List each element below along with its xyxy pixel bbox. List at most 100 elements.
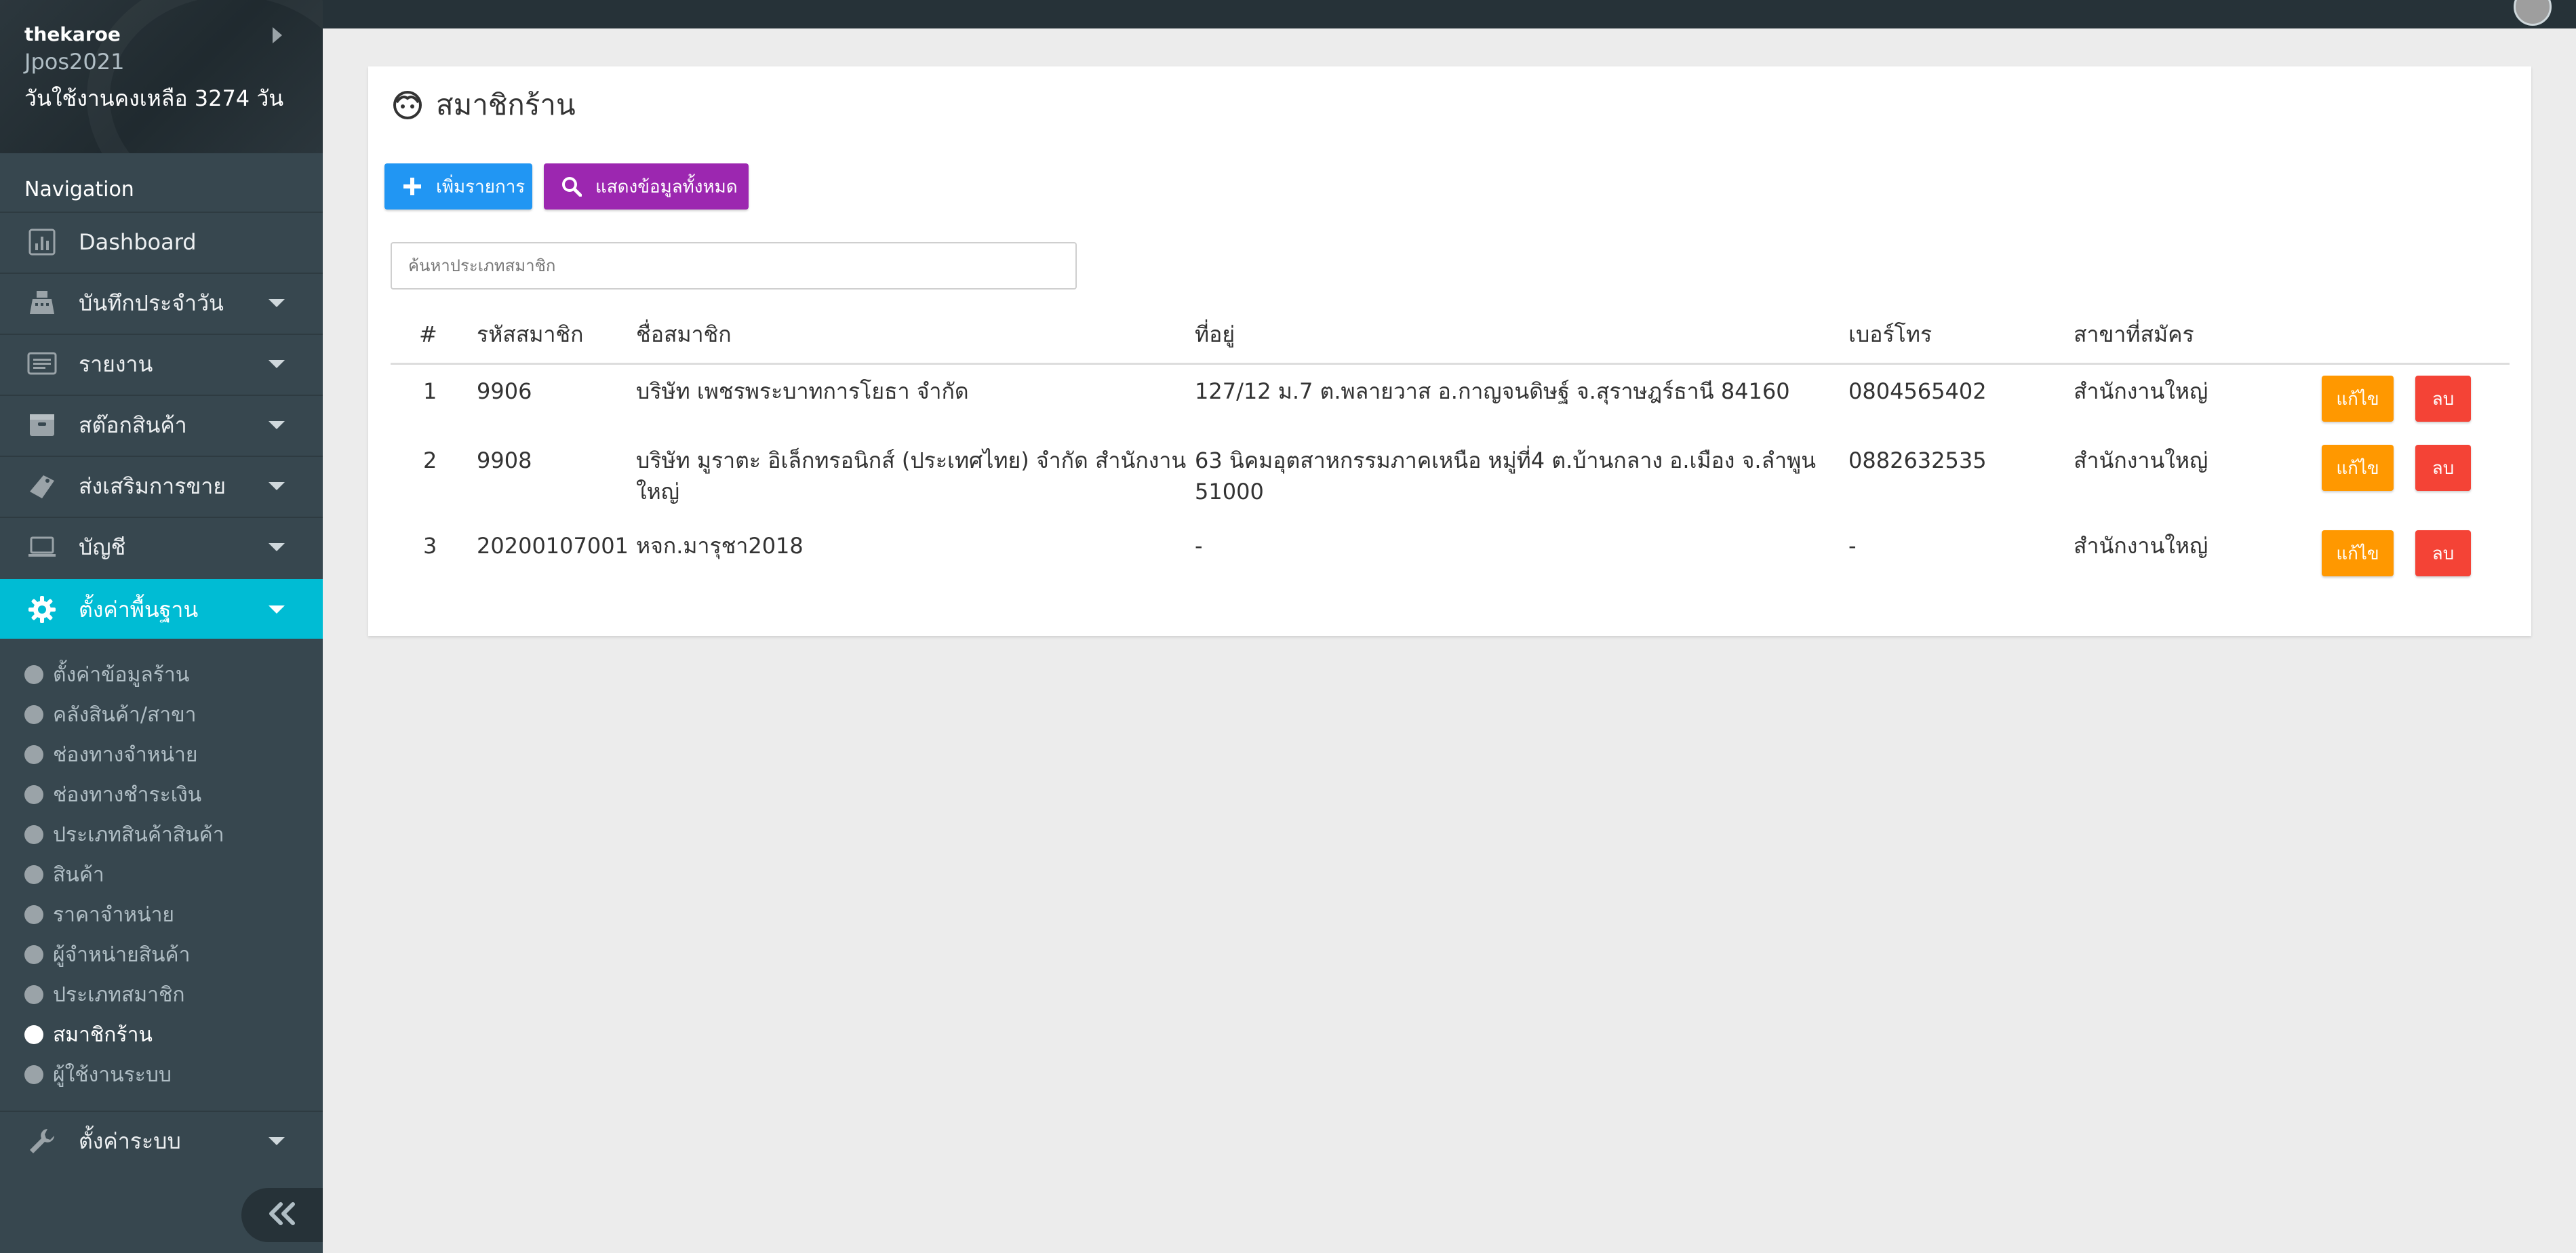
face-icon xyxy=(393,90,422,120)
sidebar-item-label: Dashboard xyxy=(79,229,197,255)
submenu-label: ช่องทางชำระเงิน xyxy=(53,782,202,807)
members-card: สมาชิกร้าน เพิ่มรายการ แสดงข้อมูลทั้งหมด… xyxy=(368,66,2531,636)
sidebar-item-report[interactable]: รายงาน xyxy=(0,334,323,393)
column-header-address: ที่อยู่ xyxy=(1195,321,1235,347)
sidebar-item-label: ตั้งค่าระบบ xyxy=(79,1128,181,1154)
member-branch: สำนักงานใหญ่ xyxy=(2074,533,2208,559)
member-name-line2: ใหญ่ xyxy=(636,479,679,504)
bullet-icon xyxy=(24,825,43,844)
member-phone: 0804565402 xyxy=(1848,378,1987,404)
submenu-member-type[interactable]: ประเภทสมาชิก xyxy=(24,978,185,1012)
bullet-icon xyxy=(24,945,43,964)
promotion-tag-icon xyxy=(27,471,57,501)
submenu-warehouse-branch[interactable]: คลังสินค้า/สาขา xyxy=(24,698,196,732)
delete-button[interactable]: ลบ xyxy=(2415,445,2471,491)
add-item-button[interactable]: เพิ่มรายการ xyxy=(384,163,532,210)
cash-register-icon xyxy=(27,288,57,318)
profile-menu-caret-icon[interactable] xyxy=(273,27,282,43)
bullet-icon xyxy=(24,705,43,724)
submenu-label: ผู้จำหน่ายสินค้า xyxy=(53,942,191,967)
submenu-label: สินค้า xyxy=(53,862,104,887)
edit-button[interactable]: แก้ไข xyxy=(2322,445,2394,491)
delete-button[interactable]: ลบ xyxy=(2415,376,2471,422)
sidebar-item-dashboard[interactable]: Dashboard xyxy=(0,212,323,271)
chevron-down-icon xyxy=(269,299,285,307)
submenu-shop-settings[interactable]: ตั้งค่าข้อมูลร้าน xyxy=(24,658,189,692)
submenu-sales-channel[interactable]: ช่องทางจำหน่าย xyxy=(24,738,197,772)
sidebar-item-label: บัญชี xyxy=(79,534,126,560)
chevron-down-icon xyxy=(269,482,285,490)
submenu-payment-channel[interactable]: ช่องทางชำระเงิน xyxy=(24,778,201,812)
plus-icon xyxy=(402,176,422,197)
member-name: บริษัท เพชรพระบาทการโยธา จำกัด xyxy=(636,378,969,404)
chevron-down-icon xyxy=(269,360,285,368)
double-chevron-left-icon xyxy=(266,1201,298,1229)
edit-button[interactable]: แก้ไข xyxy=(2322,376,2394,422)
member-phone: 0882632535 xyxy=(1848,447,1987,473)
user-avatar[interactable] xyxy=(2514,0,2552,26)
member-code: 9908 xyxy=(477,447,532,473)
bullet-icon xyxy=(24,985,43,1004)
submenu-label: ประเภทสมาชิก xyxy=(53,982,185,1007)
chevron-down-icon xyxy=(269,605,285,614)
member-address-line1: 63 นิคมอุตสาหกรรมภาคเหนือ หมู่ที่4 ต.บ้า… xyxy=(1195,447,1817,473)
submenu-system-users[interactable]: ผู้ใช้งานระบบ xyxy=(24,1058,172,1092)
stock-box-icon xyxy=(27,410,57,440)
member-phone: - xyxy=(1848,533,1857,559)
row-number: 2 xyxy=(423,447,437,473)
table-header: # รหัสสมาชิก ชื่อสมาชิก ที่อยู่ เบอร์โทร… xyxy=(391,304,2510,365)
delete-button[interactable]: ลบ xyxy=(2415,530,2471,576)
bullet-icon xyxy=(24,1025,43,1044)
member-code: 9906 xyxy=(477,378,532,404)
column-header-branch: สาขาที่สมัคร xyxy=(2074,321,2194,347)
submenu-label: ตั้งค่าข้อมูลร้าน xyxy=(53,662,190,687)
table-row: 2 9908 บริษัท มูราตะ อิเล็กทรอนิกส์ (ประ… xyxy=(391,445,2510,519)
submenu-shop-members[interactable]: สมาชิกร้าน xyxy=(24,1018,153,1052)
submenu-label: สมาชิกร้าน xyxy=(53,1022,153,1047)
sidebar-item-daily-record[interactable]: บันทึกประจำวัน xyxy=(0,273,323,332)
show-all-button[interactable]: แสดงข้อมูลทั้งหมด xyxy=(544,163,749,210)
sidebar-item-account[interactable]: บัญชี xyxy=(0,517,323,576)
member-code: 20200107001 xyxy=(477,533,629,559)
chevron-down-icon xyxy=(269,1137,285,1145)
search-input[interactable] xyxy=(391,242,1077,290)
sidebar-item-label: ส่งเสริมการขาย xyxy=(79,473,226,499)
sidebar-item-basic-settings[interactable]: ตั้งค่าพื้นฐาน xyxy=(0,579,323,639)
submenu-selling-price[interactable]: ราคาจำหน่าย xyxy=(24,898,174,932)
sidebar-item-label: ตั้งค่าพื้นฐาน xyxy=(79,596,199,622)
sidebar-item-label: บันทึกประจำวัน xyxy=(79,290,224,316)
chevron-down-icon xyxy=(269,421,285,429)
laptop-icon xyxy=(27,532,57,562)
sidebar-item-label: สต๊อกสินค้า xyxy=(79,412,187,438)
bullet-icon xyxy=(24,1065,43,1084)
top-bar xyxy=(0,0,2576,28)
sidebar-collapse-button[interactable] xyxy=(241,1188,323,1242)
table-row: 1 9906 บริษัท เพชรพระบาทการโยธา จำกัด 12… xyxy=(391,376,2510,437)
submenu-label: คลังสินค้า/สาขา xyxy=(53,702,197,727)
profile-username: thekaroe xyxy=(24,23,121,45)
member-address-line2: 51000 xyxy=(1195,479,1264,504)
show-all-label: แสดงข้อมูลทั้งหมด xyxy=(595,176,738,197)
column-header-number: # xyxy=(419,321,437,347)
submenu-product[interactable]: สินค้า xyxy=(24,858,104,892)
bullet-icon xyxy=(24,745,43,764)
member-address: 127/12 ม.7 ต.พลายวาส อ.กาญจนดิษฐ์ จ.สุรา… xyxy=(1195,378,1790,404)
submenu-supplier[interactable]: ผู้จำหน่ายสินค้า xyxy=(24,938,190,972)
bullet-icon xyxy=(24,865,43,884)
sidebar-item-label: รายงาน xyxy=(79,351,153,377)
gear-icon xyxy=(27,595,57,624)
sidebar-item-promotion[interactable]: ส่งเสริมการขาย xyxy=(0,456,323,515)
member-branch: สำนักงานใหญ่ xyxy=(2074,447,2208,473)
row-number: 3 xyxy=(423,533,437,559)
profile-shop-name: Jpos2021 xyxy=(24,49,125,75)
sidebar-item-stock[interactable]: สต๊อกสินค้า xyxy=(0,395,323,454)
submenu-label: ช่องทางจำหน่าย xyxy=(53,742,198,767)
sidebar-item-system-settings[interactable]: ตั้งค่าระบบ xyxy=(0,1111,323,1170)
edit-button[interactable]: แก้ไข xyxy=(2322,530,2394,576)
search-icon xyxy=(561,176,582,197)
profile-remaining-days: วันใช้งานคงเหลือ 3274 วัน xyxy=(24,85,284,111)
member-branch: สำนักงานใหญ่ xyxy=(2074,378,2208,404)
chevron-down-icon xyxy=(269,543,285,551)
submenu-product-type[interactable]: ประเภทสินค้าสินค้า xyxy=(24,818,224,852)
page-title: สมาชิกร้าน xyxy=(393,81,576,129)
